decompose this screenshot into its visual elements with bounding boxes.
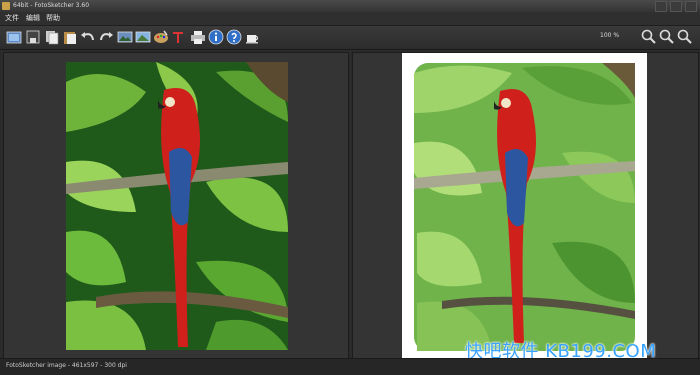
zoom-in-icon[interactable] (641, 29, 657, 45)
help-icon[interactable] (226, 29, 242, 45)
print-icon[interactable] (190, 29, 206, 45)
text-tool-icon[interactable] (170, 29, 186, 45)
close-button[interactable] (685, 1, 697, 12)
landscape-icon[interactable] (135, 29, 151, 45)
menu-help[interactable]: 帮助 (46, 12, 60, 25)
zoom-fit-icon[interactable] (677, 29, 693, 45)
redo-icon[interactable] (98, 29, 114, 45)
zoom-level: 100 % (600, 32, 620, 39)
result-image-panel[interactable] (352, 52, 699, 359)
menu-bar: 文件 编辑 帮助 (0, 12, 700, 26)
palette-icon[interactable] (153, 29, 169, 45)
minimize-button[interactable] (655, 1, 667, 12)
status-text: FotoSketcher image - 461x597 - 300 dpi (6, 362, 127, 369)
paste-icon[interactable] (62, 29, 78, 45)
menu-edit[interactable]: 编辑 (26, 12, 40, 25)
coffee-icon[interactable] (244, 29, 260, 45)
image-compare-icon[interactable] (117, 29, 133, 45)
info-icon[interactable] (208, 29, 224, 45)
painted-result (402, 53, 647, 358)
status-bar: FotoSketcher image - 461x597 - 300 dpi (0, 358, 700, 375)
maximize-button[interactable] (670, 1, 682, 12)
copy-icon[interactable] (44, 29, 60, 45)
original-photo (66, 62, 288, 350)
open-image-icon[interactable] (6, 29, 22, 45)
window-title: 64bit - FotoSketcher 3.60 (13, 2, 90, 9)
toolbar: 100 % (0, 26, 700, 50)
undo-icon[interactable] (80, 29, 96, 45)
menu-file[interactable]: 文件 (5, 12, 19, 25)
original-image-panel[interactable] (3, 52, 349, 359)
app-icon (2, 2, 10, 10)
save-icon[interactable] (25, 29, 41, 45)
zoom-out-icon[interactable] (659, 29, 675, 45)
